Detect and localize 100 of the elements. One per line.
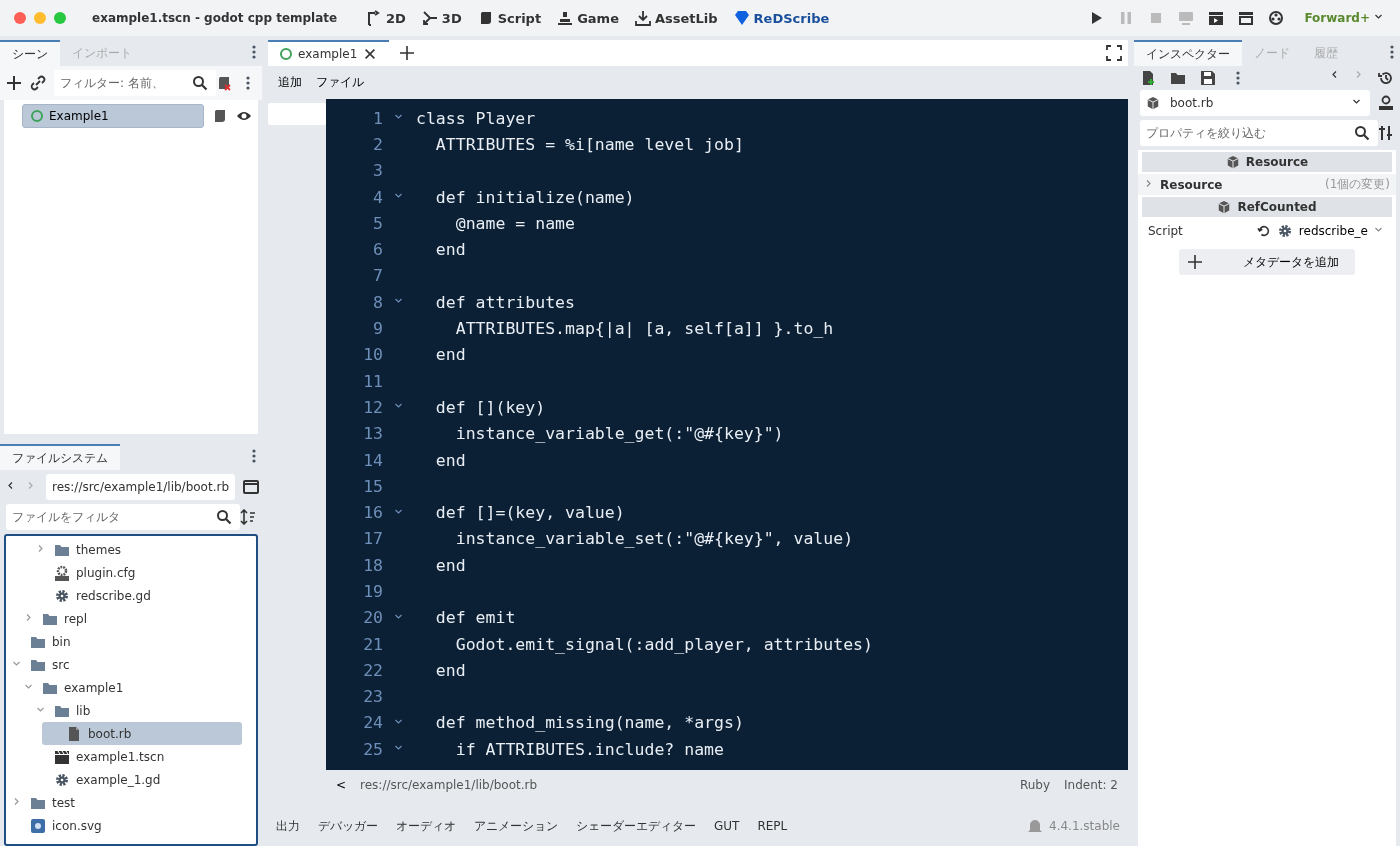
fullscreen-icon[interactable] (1106, 45, 1122, 61)
tree-item[interactable]: example1.tscn (30, 745, 242, 768)
run-button[interactable] (1238, 10, 1255, 26)
line-number: 8 (372, 292, 383, 312)
resource-dropdown[interactable]: boot.rb (1140, 90, 1370, 116)
scene-node[interactable]: Example1 (22, 104, 204, 128)
line-number: 10 (362, 345, 383, 365)
open-folder-icon[interactable] (1170, 70, 1186, 86)
code-line: def method_missing(name, *args) (434, 713, 744, 733)
link-icon[interactable] (30, 75, 46, 91)
script-value[interactable]: redscribe_e (1298, 224, 1368, 238)
split-view-icon[interactable] (243, 479, 260, 495)
line-number: 2 (372, 134, 383, 154)
doc-search-icon[interactable] (1378, 95, 1394, 111)
language-label: Ruby (1019, 778, 1051, 792)
tree-item[interactable]: plugin.cfg (30, 561, 242, 584)
bottom-panel-tab[interactable]: デバッガー (318, 817, 378, 835)
history-icon[interactable] (1378, 70, 1394, 86)
bottom-panel-tab[interactable]: アニメーション (474, 817, 558, 835)
add-tab-icon[interactable] (399, 45, 416, 61)
tab[interactable]: ファイルシステム (0, 444, 120, 470)
bottom-panel-tab[interactable]: 出力 (276, 817, 300, 835)
branch-arrow-icon (366, 10, 382, 26)
line-number: 12 (362, 397, 383, 417)
tree-item[interactable]: bin (6, 630, 242, 653)
run-button[interactable] (1268, 10, 1285, 26)
code-line: end (434, 555, 466, 575)
section-header: RefCounted (1142, 197, 1392, 217)
add-metadata-button[interactable]: メタデータを追加 (1179, 249, 1355, 275)
sort-icon[interactable] (240, 509, 256, 525)
tree-item[interactable]: test (6, 791, 242, 814)
gear-icon (1276, 223, 1293, 239)
gear-icon (54, 587, 70, 604)
save-icon[interactable] (1200, 70, 1216, 86)
cube-icon (1217, 200, 1232, 214)
file-icon (66, 725, 82, 742)
script-icon[interactable] (212, 108, 228, 124)
tree-item[interactable]: themes (30, 538, 242, 561)
group-label[interactable]: Resource (1160, 177, 1223, 192)
line-number: 9 (372, 319, 383, 338)
tab[interactable]: シーン (0, 40, 60, 66)
tree-item[interactable]: example_1.gd (30, 768, 242, 791)
line-number: 11 (362, 371, 383, 391)
code-editor[interactable] (326, 99, 1128, 770)
line-number: 21 (362, 634, 383, 654)
file-filter-field[interactable]: ファイルをフィルタ (6, 504, 240, 530)
detach-script-icon[interactable] (216, 75, 232, 91)
bottom-panel-tab[interactable]: REPL (757, 819, 788, 833)
filter-field[interactable]: フィルター: 名前、 (54, 70, 216, 96)
tree-item[interactable]: boot.rb (42, 722, 242, 745)
line-number: 13 (362, 424, 383, 444)
tree-item[interactable]: example1 (18, 676, 242, 699)
close-button[interactable] (14, 12, 26, 24)
code-line: class Player (416, 108, 536, 128)
cube-icon (1225, 155, 1240, 169)
main-screen-tab[interactable]: AssetLib (634, 10, 718, 26)
tree-item[interactable]: redscribe.gd (30, 584, 242, 607)
version-label: 4.4.1.stable (1049, 819, 1120, 833)
main-screen-tab[interactable]: 3D (421, 10, 462, 26)
bottom-panel-tab[interactable]: オーディオ (396, 817, 456, 835)
code-line: def attributes (434, 292, 575, 312)
run-button[interactable] (1208, 10, 1225, 26)
tree-item[interactable]: lib (30, 699, 242, 722)
tools-icon[interactable] (1378, 125, 1394, 141)
tree-item[interactable]: repl (18, 607, 242, 630)
code-line: end (434, 240, 466, 260)
line-number: 14 (362, 450, 383, 470)
code-line: end (434, 660, 466, 680)
bottom-panel-tab[interactable]: GUT (714, 819, 740, 833)
add-icon[interactable] (6, 75, 22, 91)
code-line: end (434, 450, 466, 470)
line-number: 5 (372, 213, 383, 233)
tab[interactable]: インスペクター (1134, 40, 1242, 66)
section-header: Resource (1142, 152, 1392, 172)
tree-item[interactable]: icon.svg (6, 814, 242, 837)
new-resource-icon[interactable] (1140, 70, 1156, 86)
line-number: 7 (372, 266, 383, 286)
revert-icon[interactable] (1256, 224, 1271, 238)
main-screen-tab[interactable]: 2D (366, 10, 406, 26)
window-title: example1.tscn - godot cpp template (92, 11, 339, 25)
renderer-dropdown[interactable]: Forward+ (1304, 11, 1386, 25)
film-reel-icon (1268, 10, 1285, 26)
line-number: 23 (362, 687, 383, 707)
property-filter-field[interactable]: プロパティを絞り込む (1140, 120, 1378, 146)
monitor-icon (1178, 10, 1195, 26)
close-icon[interactable] (363, 47, 378, 61)
code-line: def []=(key, value) (434, 503, 625, 523)
bottom-panel-tab[interactable]: シェーダーエディター (576, 817, 696, 835)
download-icon (634, 10, 651, 26)
main-screen-tab[interactable]: ReDScribe (733, 10, 830, 26)
code-line: end (434, 345, 466, 365)
plus-icon (1187, 254, 1203, 270)
menu-item[interactable]: ファイル (316, 74, 364, 91)
path-field[interactable]: res://src/example1/lib/boot.rb (46, 474, 236, 500)
tree-item[interactable]: src (6, 653, 242, 676)
line-number: 24 (362, 713, 383, 733)
main-screen-tab[interactable]: Script (477, 10, 542, 26)
back-button[interactable]: < (336, 778, 347, 792)
main-screen-tab[interactable]: Game (557, 10, 619, 26)
menu-item[interactable]: 追加 (278, 74, 302, 91)
